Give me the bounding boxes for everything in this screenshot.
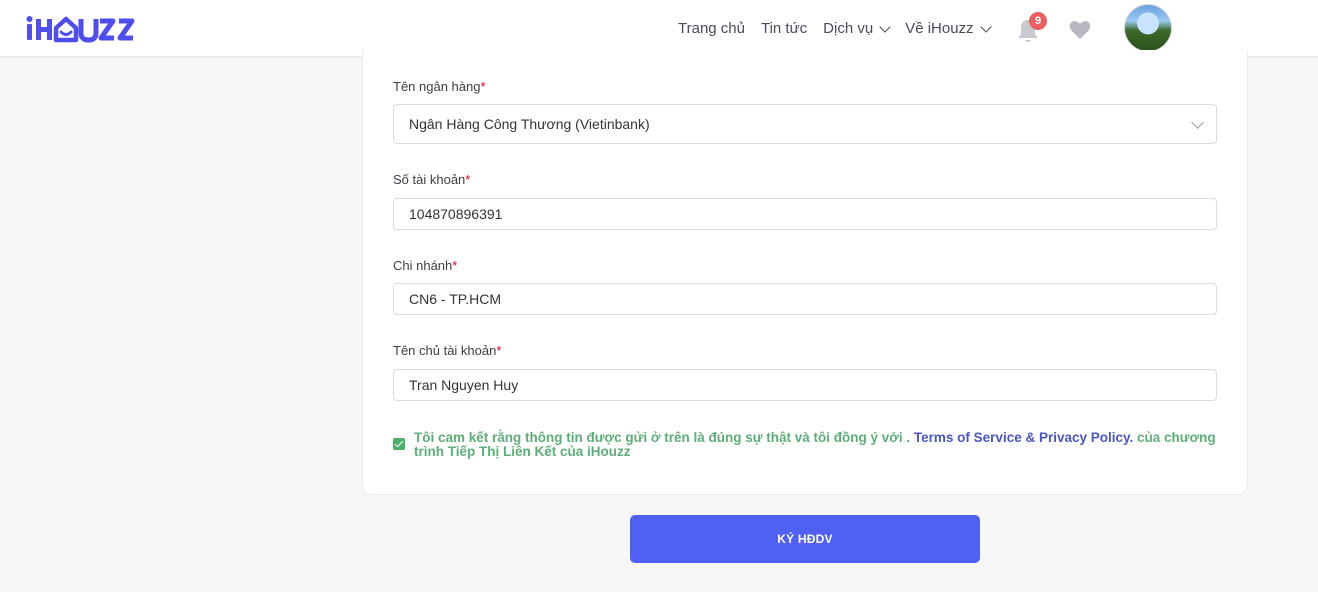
terms-link[interactable]: Terms of Service & Privacy Policy. (914, 430, 1133, 445)
label-text: Số tài khoản (393, 172, 466, 187)
agreement-text: Tôi cam kết rằng thông tin được gửi ở tr… (414, 431, 1223, 459)
label-text: Tên ngân hàng (393, 79, 481, 94)
top-navbar: Trang chủ Tin tức Dịch vụ Về iHouzz 9 (0, 0, 1318, 57)
user-avatar[interactable] (1124, 4, 1172, 52)
bank-name-label: Tên ngân hàng* (393, 79, 486, 94)
label-text: Chi nhánh (393, 258, 453, 273)
nav-item-news[interactable]: Tin tức (761, 20, 807, 37)
nav-item-services[interactable]: Dịch vụ (823, 20, 891, 37)
agreement-row: Tôi cam kết rằng thông tin được gửi ở tr… (393, 430, 1223, 459)
nav-item-about[interactable]: Về iHouzz (905, 20, 992, 37)
sign-contract-button[interactable]: KÝ HĐDV (630, 515, 980, 563)
branch-input[interactable]: CN6 - TP.HCM (393, 283, 1217, 315)
account-holder-input[interactable]: Tran Nguyen Huy (393, 369, 1217, 401)
nav-item-label: Về iHouzz (905, 20, 974, 37)
main-nav: Trang chủ Tin tức Dịch vụ Về iHouzz (678, 0, 992, 57)
nav-item-label: Trang chủ (678, 20, 745, 37)
required-mark: * (465, 172, 471, 187)
nav-item-label: Tin tức (760, 20, 808, 37)
account-number-input[interactable]: 104870896391 (393, 198, 1217, 230)
chevron-down-icon (979, 20, 992, 33)
nav-item-label: Dịch vụ (823, 20, 874, 37)
required-mark: * (452, 258, 458, 273)
bank-name-select[interactable]: Ngân Hàng Công Thương (Vietinbank) (393, 104, 1217, 144)
label-text: Tên chủ tài khoản (393, 343, 497, 358)
ihouzz-logo[interactable] (26, 14, 138, 44)
branch-label: Chi nhánh* (393, 258, 457, 273)
notification-badge: 9 (1029, 12, 1047, 30)
ihouzz-logo-mark (26, 16, 135, 43)
account-number-label: Số tài khoản* (393, 172, 470, 187)
required-mark: * (480, 79, 486, 94)
account-number-value: 104870896391 (409, 206, 503, 222)
required-mark: * (496, 343, 502, 358)
nav-item-home[interactable]: Trang chủ (678, 20, 745, 37)
heart-icon[interactable] (1069, 20, 1091, 40)
account-holder-value: Tran Nguyen Huy (409, 377, 519, 393)
chevron-down-icon (879, 20, 891, 33)
chevron-down-icon (1191, 116, 1204, 129)
agreement-text-before: Tôi cam kết rằng thông tin được gửi ở tr… (414, 430, 914, 445)
branch-value: CN6 - TP.HCM (409, 291, 502, 307)
account-holder-label: Tên chủ tài khoản* (393, 343, 501, 358)
bank-name-value: Ngân Hàng Công Thương (Vietinbank) (409, 116, 650, 132)
agreement-checkbox[interactable] (393, 438, 405, 450)
